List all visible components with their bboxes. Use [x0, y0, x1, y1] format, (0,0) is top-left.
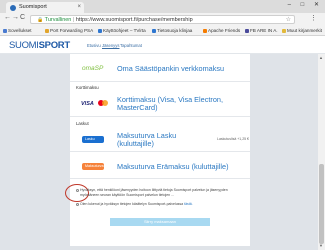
browser-titlebar: Suomisport × – □ ✕: [0, 0, 325, 13]
lock-icon: 🔒: [37, 17, 44, 23]
scroll-thumb[interactable]: [319, 164, 324, 244]
apps-icon: [3, 28, 7, 33]
payment-option-invoice[interactable]: Lasku Maksuturva Lasku (kuluttajille) La…: [70, 127, 250, 152]
oma-label: Oma Säästöpankin verkkomaksu: [117, 64, 225, 73]
secure-label: Turvallinen: [44, 17, 72, 23]
bookmark-label: FB ARE IN A.: [250, 28, 278, 33]
apache-icon: [203, 28, 207, 33]
card-label: Korttimaksu (Visa, Visa Electron, Master…: [117, 95, 223, 112]
scrollbar[interactable]: ▲ ▼: [318, 54, 325, 250]
privacy-checkbox[interactable]: [76, 203, 79, 206]
favicon-icon: [10, 5, 16, 11]
site-header: SUOMISPORT Etusivu Jäsenyys Tapahtumat: [0, 36, 325, 54]
payment-option-oma[interactable]: omaSP Oma Säästöpankin verkkomaksu: [70, 54, 250, 82]
terms-text: Hyväksyn, että henkilöoni jäsenyyden hoi…: [80, 188, 228, 197]
bookmark-label: Sovellukset: [8, 28, 32, 33]
mastercard-icon: [102, 100, 108, 106]
bookmark-item[interactable]: Käyttöohjeet – TVirta: [98, 28, 146, 33]
invoice-fee: Laskutuslisä +1,25 €: [217, 137, 250, 141]
bookmark-icon: [245, 28, 249, 33]
bookmark-label: Tietosuoja klinjaa: [157, 28, 193, 33]
bookmark-star-icon[interactable]: ☆: [286, 16, 291, 24]
maksuturva-eramaksu-logo: Maksuturva: [82, 163, 104, 170]
bookmark-label: Käyttöohjeet – TVirta: [103, 28, 146, 33]
nav-jasenyys[interactable]: Jäsenyys: [102, 43, 119, 48]
bookmark-label: Muut kirjanmerkit: [287, 28, 322, 33]
oma-logo: omaSP: [82, 65, 104, 72]
bookmark-icon: [152, 28, 156, 33]
bookmark-item[interactable]: Sovellukset: [3, 28, 32, 33]
payment-option-installment[interactable]: Maksuturva Maksuturva Erämaksu (kuluttaj…: [70, 153, 250, 179]
logo-part: SUOMI: [9, 40, 39, 51]
suomisport-logo[interactable]: SUOMISPORT: [9, 40, 70, 51]
scroll-up-icon[interactable]: ▲: [319, 55, 323, 60]
bookmark-item[interactable]: Tietosuoja klinjaa: [152, 28, 192, 33]
maksuturva-lasku-logo: Lasku: [82, 136, 104, 143]
scroll-down-icon[interactable]: ▼: [319, 243, 323, 248]
invoice-label: Maksuturva Lasku (kuluttajille): [117, 131, 177, 148]
invoice-section-title: Laskut: [76, 121, 89, 126]
folder-icon: [282, 28, 286, 33]
forward-icon[interactable]: →: [12, 14, 19, 21]
browser-tab[interactable]: Suomisport ×: [6, 2, 84, 13]
bookmark-item[interactable]: Apache Friends: [203, 28, 240, 33]
proceed-to-payment-button[interactable]: Siirry maksamaan: [110, 218, 210, 226]
bookmarks-bar: Sovellukset Port Forwarding PSA Käyttöoh…: [0, 26, 325, 36]
bookmark-item[interactable]: Port Forwarding PSA: [45, 28, 93, 33]
bookmark-label: Apache Friends: [208, 28, 241, 33]
window-controls[interactable]: – □ ✕: [288, 1, 323, 8]
browser-toolbar: ← → C 🔒 Turvallinen | https://www.suomis…: [0, 13, 325, 26]
card-section-title: Korttimaksu: [76, 85, 99, 90]
logo-part: SPORT: [38, 40, 71, 51]
reload-icon[interactable]: C: [20, 14, 25, 21]
nav-etusivu[interactable]: Etusivu: [87, 43, 101, 48]
terms-block: Hyväksyn, että henkilöoni jäsenyyden hoi…: [76, 188, 242, 206]
bookmark-label: Port Forwarding PSA: [50, 28, 94, 33]
url-text: https://www.suomisport.fi/purchase/membe…: [75, 17, 193, 23]
bookmark-icon: [45, 28, 49, 33]
privacy-line: Olen lukenut ja hyväksyn tietojen käsitt…: [76, 202, 193, 207]
privacy-link[interactable]: tästä.: [184, 202, 193, 206]
visa-logo: VISA: [81, 101, 94, 107]
menu-icon[interactable]: ⋮: [310, 14, 317, 22]
tab-title: Suomisport: [19, 4, 47, 10]
privacy-text: Olen lukenut ja hyväksyn tietojen käsitt…: [80, 202, 185, 206]
terms-checkbox[interactable]: [76, 189, 79, 192]
nav-tapahtumat[interactable]: Tapahtumat: [120, 43, 142, 48]
address-bar[interactable]: 🔒 Turvallinen | https://www.suomisport.f…: [30, 15, 295, 24]
payment-option-card[interactable]: VISA Korttimaksu (Visa, Visa Electron, M…: [70, 91, 250, 117]
other-bookmarks[interactable]: Muut kirjanmerkit: [282, 28, 322, 33]
payment-panel: omaSP Oma Säästöpankin verkkomaksu Kortt…: [65, 54, 250, 246]
tab-close-icon[interactable]: ×: [77, 2, 81, 13]
back-icon[interactable]: ←: [4, 14, 11, 21]
bookmark-item[interactable]: FB ARE IN A.: [245, 28, 278, 33]
installment-label: Maksuturva Erämaksu (kuluttajille): [117, 162, 229, 171]
bookmark-icon: [98, 28, 102, 33]
